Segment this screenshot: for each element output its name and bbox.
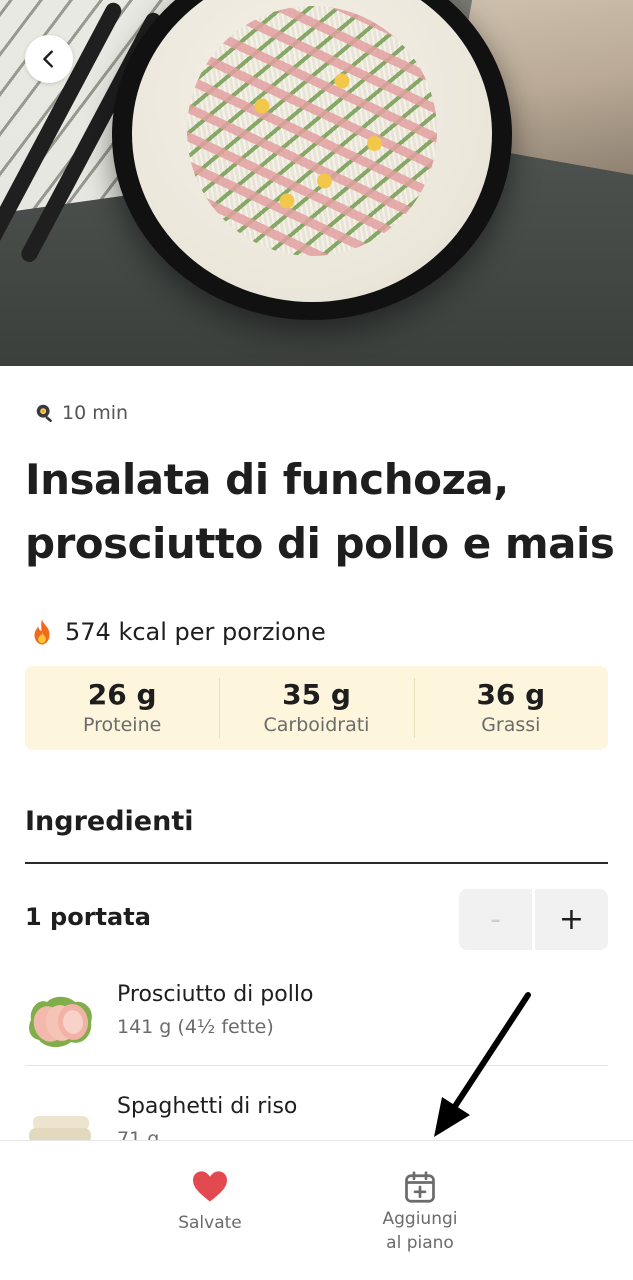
macro-label: Proteine	[83, 714, 162, 736]
prep-time-text: 10 min	[62, 402, 129, 424]
macro-label: Carboidrati	[263, 714, 370, 736]
macro-label: Grassi	[481, 714, 541, 736]
back-button[interactable]	[25, 35, 73, 83]
frying-pan-icon	[36, 404, 52, 423]
ingredient-quantity: 141 g (4½ fette)	[117, 1016, 274, 1038]
decrease-servings-button[interactable]: -	[459, 889, 532, 950]
macro-value: 35 g	[282, 678, 351, 711]
macro-fat: 36 g Grassi	[413, 666, 608, 750]
macro-value: 26 g	[87, 678, 157, 711]
prep-time: 10 min	[34, 402, 128, 424]
ingredient-name: Prosciutto di pollo	[117, 982, 314, 1007]
recipe-title: Insalata di funchoza, prosciutto di poll…	[25, 455, 615, 568]
macros-panel: 26 g Proteine 35 g Carboidrati 36 g Gras…	[25, 666, 608, 750]
ingredients-heading: Ingredienti	[25, 806, 194, 837]
ham-slices-thumbnail	[29, 996, 92, 1048]
chevron-left-icon	[43, 50, 53, 68]
section-divider	[25, 862, 608, 864]
macro-value: 36 g	[476, 678, 546, 711]
calendar-plus-icon	[405, 1171, 435, 1203]
servings-count: 1 portata	[25, 903, 151, 931]
add-to-plan-button[interactable]: Aggiungi al piano	[360, 1169, 480, 1255]
saved-tab-label: Salvate	[178, 1213, 242, 1233]
fire-icon	[34, 619, 50, 645]
calories-text: 574 kcal per porzione	[65, 618, 326, 646]
macro-carbs: 35 g Carboidrati	[219, 666, 413, 750]
macro-protein: 26 g Proteine	[25, 666, 219, 750]
calories: 574 kcal per porzione	[27, 617, 326, 647]
add-to-plan-label: Aggiungi al piano	[382, 1209, 458, 1253]
increase-servings-button[interactable]: +	[535, 889, 608, 950]
annotation-arrow	[434, 992, 531, 1137]
saved-tab[interactable]: Salvate	[150, 1169, 270, 1235]
bottom-action-bar: Salvate Aggiungi al piano	[0, 1140, 633, 1280]
ingredient-name: Spaghetti di riso	[117, 1094, 298, 1119]
heart-icon	[193, 1171, 227, 1202]
servings-stepper: - +	[459, 889, 608, 950]
recipe-hero-image	[0, 0, 633, 366]
